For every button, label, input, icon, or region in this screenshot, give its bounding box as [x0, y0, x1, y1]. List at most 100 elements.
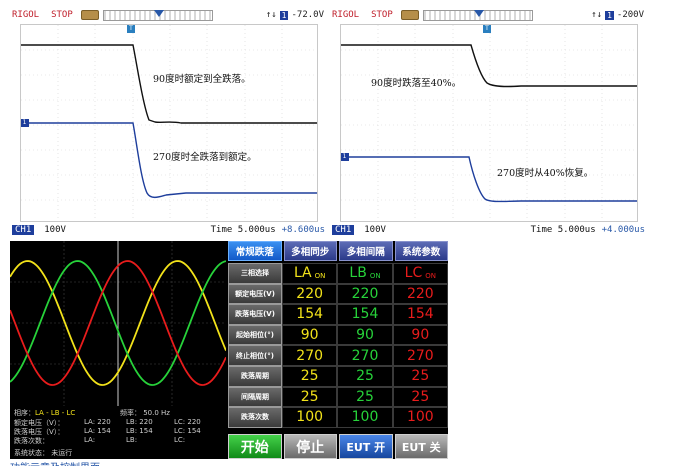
row-end-phase: 终止相位(°) 270 270 270 — [228, 345, 448, 366]
row-phase-select: 三相选择 LA ON LB ON LC ON — [228, 263, 448, 284]
run-state: STOP — [371, 10, 393, 20]
start-phase-lb-field[interactable]: 90 — [337, 324, 393, 346]
parameter-grid: 三相选择 LA ON LB ON LC ON 额定电压(V) 220 220 220 … — [228, 263, 448, 428]
trigger-source: 1 — [605, 10, 614, 20]
phase-la-toggle[interactable]: LA ON — [282, 263, 338, 284]
stop-button[interactable]: 停止 — [283, 434, 337, 459]
start-phase-la-field[interactable]: 90 — [282, 324, 338, 346]
phase-lb-toggle[interactable]: LB ON — [337, 263, 393, 284]
scope-status-bar: RIGOL STOP ↑↓ 1 -200V — [330, 6, 648, 24]
row-label: 起始相位(°) — [228, 324, 282, 346]
start-button[interactable]: 开始 — [228, 434, 282, 459]
scope-screenshot-left: RIGOL STOP ↑↓ 1 -72.0V T 1 90度时额定到全跌落。 2… — [10, 6, 328, 240]
on-state: ON — [314, 271, 326, 280]
tab-multiphase-sync[interactable]: 多相同步 — [283, 241, 337, 261]
eut-on-button[interactable]: EUT 开 — [339, 434, 393, 459]
control-panel: 相序：LA - LB - LC 频率： 50.0 Hz 额定电压（V）： LA:… — [10, 241, 448, 459]
brand-label: RIGOL — [12, 10, 40, 20]
ch1-scale: 100V — [44, 225, 66, 235]
rated-voltage-la-field[interactable]: 220 — [282, 283, 338, 305]
panel-tabs: 常规跌落 多相同步 多相间隔 系统参数 — [228, 241, 448, 261]
trigger-source: 1 — [279, 10, 289, 20]
drop-voltage-la-field[interactable]: 154 — [282, 304, 338, 325]
trigger-position-marker: T — [483, 25, 491, 33]
phase-sequence: 相序：LA - LB - LC — [14, 408, 75, 418]
row-label: 三相选择 — [228, 263, 282, 284]
trigger-slope-icon: ↑↓ — [265, 10, 277, 20]
position-marker-icon — [473, 9, 484, 17]
time-offset: +4.000us — [601, 225, 645, 235]
timebase: Time 5.000us — [530, 225, 596, 235]
phase-seq-value: LA - LB - LC — [35, 409, 76, 417]
tab-multiphase-interval[interactable]: 多相间隔 — [339, 241, 393, 261]
tab-system-params[interactable]: 系统参数 — [394, 241, 448, 261]
count-lb: LB: — [126, 436, 138, 444]
annotation-bottom: 270度时全跌落到额定。 — [153, 152, 257, 163]
channel-1-marker: 1 — [341, 153, 349, 161]
row-label: 间隔周期 — [228, 386, 282, 408]
three-phase-waveform-preview — [10, 241, 226, 406]
ch1-label: CH1 — [332, 225, 355, 235]
drop-cycles-lc-field[interactable]: 25 — [392, 365, 448, 387]
sine-preview-plot — [10, 241, 226, 406]
start-phase-lc-field[interactable]: 90 — [392, 324, 448, 346]
phase-label: LC — [404, 265, 423, 282]
interval-cycles-lc-field[interactable]: 25 — [392, 386, 448, 408]
action-buttons: 开始 停止 EUT 开 EUT 关 — [228, 434, 448, 459]
row-drop-count: 跌落次数 100 100 100 — [228, 407, 448, 428]
memory-position-bar — [422, 9, 533, 21]
drop-voltage-lb-field[interactable]: 154 — [337, 304, 393, 325]
scope-bottom-bar: CH1 100V Time 5.000us +4.000us — [330, 222, 648, 238]
tab-normal-drop[interactable]: 常规跌落 — [228, 241, 282, 261]
drop-count-lc-field[interactable]: 100 — [392, 407, 448, 428]
trigger-mode-icon — [400, 10, 419, 20]
drop-lb: LB: 154 — [126, 427, 153, 435]
ch1-scale: 100V — [364, 225, 386, 235]
drop-cycles-la-field[interactable]: 25 — [282, 365, 338, 387]
scope-waveform-area: T 1 90度时额定到全跌落。 270度时全跌落到额定。 — [20, 24, 318, 222]
figure-caption: 功能示意及控制界面 — [10, 459, 100, 466]
annotation-bottom: 270度时从40%恢复。 — [497, 168, 594, 179]
phase-seq-label: 相序： — [14, 409, 35, 417]
drop-count-label: 跌落次数： — [14, 437, 49, 445]
trigger-level: -200V — [616, 10, 644, 20]
rated-la: LA: 220 — [84, 418, 111, 426]
time-offset: +8.600us — [281, 225, 325, 235]
frequency-readout: 频率： 50.0 Hz — [120, 409, 170, 417]
memory-position-bar — [102, 9, 213, 21]
phase-lc-toggle[interactable]: LC ON — [392, 263, 448, 284]
status-info-box: 相序：LA - LB - LC 频率： 50.0 Hz 额定电压（V）： LA:… — [10, 406, 226, 459]
end-phase-lb-field[interactable]: 270 — [337, 345, 393, 366]
row-label: 终止相位(°) — [228, 345, 282, 366]
row-start-phase: 起始相位(°) 90 90 90 — [228, 324, 448, 346]
drop-count-lb-field[interactable]: 100 — [337, 407, 393, 428]
timebase: Time 5.000us — [210, 225, 276, 235]
trigger-slope-icon: ↑↓ — [591, 10, 603, 20]
drop-voltage-lc-field[interactable]: 154 — [392, 304, 448, 325]
drop-cycles-lb-field[interactable]: 25 — [337, 365, 393, 387]
eut-off-button[interactable]: EUT 关 — [394, 434, 448, 459]
rated-voltage-lb-field[interactable]: 220 — [337, 283, 393, 305]
row-label: 额定电压(V) — [228, 283, 282, 305]
count-lc: LC: — [174, 436, 186, 444]
end-phase-lc-field[interactable]: 270 — [392, 345, 448, 366]
system-status: 系统状态： 未运行 — [14, 449, 73, 457]
row-drop-cycles: 跌落周期 25 25 25 — [228, 365, 448, 387]
interval-cycles-lb-field[interactable]: 25 — [337, 386, 393, 408]
drop-la: LA: 154 — [84, 427, 111, 435]
interval-cycles-la-field[interactable]: 25 — [282, 386, 338, 408]
brand-label: RIGOL — [332, 10, 360, 20]
annotation-top: 90度时跌落至40%。 — [371, 78, 462, 89]
annotation-top: 90度时额定到全跌落。 — [153, 74, 251, 85]
scope-bottom-bar: CH1 100V Time 5.000us +8.600us — [10, 222, 328, 238]
waveform-plot — [341, 25, 637, 221]
row-rated-voltage: 额定电压(V) 220 220 220 — [228, 283, 448, 305]
row-interval-cycles: 间隔周期 25 25 25 — [228, 386, 448, 408]
scope-waveform-area: T 1 90度时跌落至40%。 270度时从40%恢复。 — [340, 24, 638, 222]
rated-voltage-lc-field[interactable]: 220 — [392, 283, 448, 305]
run-state: STOP — [51, 10, 73, 20]
end-phase-la-field[interactable]: 270 — [282, 345, 338, 366]
on-state: ON — [369, 271, 381, 280]
drop-count-la-field[interactable]: 100 — [282, 407, 338, 428]
trigger-mode-icon — [80, 10, 99, 20]
